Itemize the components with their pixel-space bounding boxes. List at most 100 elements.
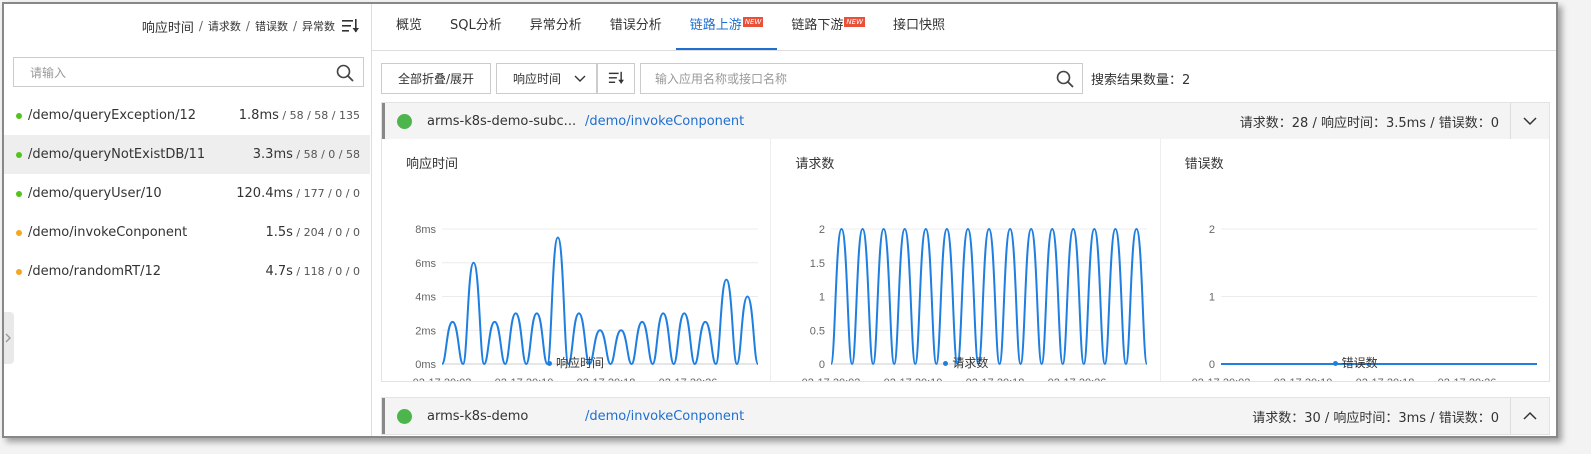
status-dot bbox=[16, 268, 22, 275]
search-placeholder: 请输入 bbox=[30, 65, 67, 80]
interface-stats: 3.3ms / 58 / 0 / 58 bbox=[252, 147, 360, 162]
health-status-dot bbox=[397, 113, 412, 129]
tab-exception-analysis[interactable]: 异常分析 bbox=[516, 4, 596, 50]
service-name: arms-k8s-demo-subc... bbox=[427, 113, 577, 129]
interface-name: /demo/randomRT/12 bbox=[28, 264, 161, 279]
app-window: 响应时间 / 请求数 / 错误数 / 异常数 请输入 /demo/queryEx… bbox=[2, 2, 1558, 438]
x-tick-label: 02-17 20:10 bbox=[1273, 377, 1332, 381]
tab-overview[interactable]: 概览 bbox=[382, 4, 436, 50]
y-tick-label: 8ms bbox=[415, 224, 436, 236]
list-item[interactable]: /demo/queryUser/10 120.4ms / 177 / 0 / 0 bbox=[4, 174, 370, 213]
chart-svg: 0ms 2ms 4ms 6ms 8ms 02-17 20:02 02-17 20:10 02-… bbox=[413, 224, 759, 381]
status-dot bbox=[16, 112, 22, 119]
tab-bar: 概览 SQL分析 异常分析 错误分析 链路上游 NEW 链路下游 NEW 接口快照 bbox=[372, 4, 1556, 51]
list-sort-header: 响应时间 / 请求数 / 错误数 / 异常数 bbox=[4, 4, 371, 48]
x-tick-label: 02-17 20:26 bbox=[1048, 377, 1107, 381]
upstream-app-panel: arms-k8s-demo-subc... /demo/invokeConpon… bbox=[381, 102, 1550, 382]
service-name: arms-k8s-demo bbox=[427, 408, 529, 424]
chart-response-time: 响应时间 0ms 2ms 4ms 6ms 8ms 02-17 20:02 02-17 20:… bbox=[382, 139, 772, 381]
sort-request-count[interactable]: 请求数 bbox=[208, 18, 241, 34]
tab-sql-analysis[interactable]: SQL分析 bbox=[436, 4, 516, 50]
y-tick-label: 0ms bbox=[415, 359, 436, 371]
chart-legend[interactable]: 响应时间 bbox=[547, 354, 604, 371]
list-item[interactable]: /demo/randomRT/12 4.7s / 118 / 0 / 0 bbox=[4, 252, 370, 291]
interface-list-panel: 响应时间 / 请求数 / 错误数 / 异常数 请输入 /demo/queryEx… bbox=[4, 4, 372, 436]
sort-order-icon[interactable] bbox=[341, 17, 359, 35]
y-tick-label: 1.5 bbox=[810, 258, 825, 270]
y-tick-label: 0 bbox=[1209, 359, 1215, 371]
panel-stats: 请求数：30 / 响应时间：3ms / 错误数：0 bbox=[1252, 410, 1499, 426]
chart-svg: 0 0.5 1 1.5 2 02-17 20:02 02-17 20:10 02-17 20:… bbox=[802, 224, 1149, 381]
x-tick-label: 02-17 20:18 bbox=[1355, 377, 1414, 381]
sort-order-button[interactable] bbox=[597, 62, 635, 94]
interface-search-input[interactable]: 请输入 bbox=[13, 57, 364, 87]
result-count: 搜索结果数量：2 bbox=[1091, 72, 1191, 88]
panel-collapse-handle[interactable] bbox=[4, 312, 14, 364]
x-tick-label: 02-17 20:26 bbox=[1437, 377, 1496, 381]
charts-row: 响应时间 0ms 2ms 4ms 6ms 8ms 02-17 20:02 02-17 20:… bbox=[382, 139, 1549, 381]
y-tick-label: 1 bbox=[1209, 292, 1215, 304]
y-tick-label: 0 bbox=[819, 359, 825, 371]
x-tick-label: 02-17 20:18 bbox=[966, 377, 1025, 381]
interface-stats: 120.4ms / 177 / 0 / 0 bbox=[236, 186, 360, 201]
y-tick-label: 0.5 bbox=[810, 325, 825, 337]
y-tick-label: 4ms bbox=[415, 292, 436, 304]
panel-header[interactable]: arms-k8s-demo /demo/invokeConponent 请求数：… bbox=[382, 398, 1549, 434]
interface-stats: 1.8ms / 58 / 58 / 135 bbox=[238, 108, 360, 123]
interface-link[interactable]: /demo/invokeConponent bbox=[585, 409, 744, 424]
sort-response-time[interactable]: 响应时间 bbox=[142, 17, 194, 36]
panel-header[interactable]: arms-k8s-demo-subc... /demo/invokeConpon… bbox=[382, 103, 1549, 139]
x-tick-label: 02-17 20:18 bbox=[577, 377, 636, 381]
new-badge: NEW bbox=[844, 17, 865, 27]
y-tick-label: 2 bbox=[1209, 224, 1215, 236]
list-item[interactable]: /demo/queryNotExistDB/11 3.3ms / 58 / 0 … bbox=[4, 135, 370, 174]
search-icon[interactable] bbox=[336, 64, 354, 82]
sort-exception-count[interactable]: 异常数 bbox=[302, 18, 335, 34]
upstream-app-panel: arms-k8s-demo /demo/invokeConponent 请求数：… bbox=[381, 397, 1550, 435]
chart-svg: 0 1 2 02-17 20:02 02-17 20:10 02-17 20:18 02-1… bbox=[1191, 224, 1537, 381]
chart-error-count: 错误数 0 1 2 02-17 20:02 02-17 20:10 02-17 20:18… bbox=[1161, 139, 1549, 381]
chart-request-count: 请求数 0 0.5 1 1.5 2 02-17 20:02 02-17 20:10 02-17… bbox=[771, 139, 1161, 381]
chevron-up-icon bbox=[1523, 411, 1537, 420]
status-dot bbox=[16, 190, 22, 197]
status-dot bbox=[16, 229, 22, 236]
expand-panel-button[interactable] bbox=[1510, 398, 1549, 434]
chevron-right-icon bbox=[5, 333, 11, 343]
sort-field-value: 响应时间 bbox=[513, 71, 562, 86]
chart-legend[interactable]: 错误数 bbox=[1332, 354, 1378, 371]
collapse-panel-button[interactable] bbox=[1510, 103, 1549, 139]
toolbar: 全部折叠/展开 响应时间 输入应用名称或接口名称 搜索结果数量：2 bbox=[381, 62, 1190, 94]
tab-downstream-trace[interactable]: 链路下游 NEW bbox=[777, 4, 879, 50]
search-icon[interactable] bbox=[1056, 70, 1074, 88]
tab-upstream-trace[interactable]: 链路上游 NEW bbox=[675, 4, 778, 50]
interface-name: /demo/queryException/12 bbox=[28, 108, 197, 123]
panel-stats: 请求数：28 / 响应时间：3.5ms / 错误数：0 bbox=[1239, 115, 1499, 131]
list-item[interactable]: /demo/queryException/12 1.8ms / 58 / 58 … bbox=[4, 96, 370, 135]
detail-panel: 概览 SQL分析 异常分析 错误分析 链路上游 NEW 链路下游 NEW 接口快照 … bbox=[372, 4, 1556, 436]
tab-interface-snapshot[interactable]: 接口快照 bbox=[879, 4, 959, 50]
status-dot bbox=[16, 151, 22, 158]
interface-list: /demo/queryException/12 1.8ms / 58 / 58 … bbox=[4, 96, 370, 291]
interface-name: /demo/queryNotExistDB/11 bbox=[28, 147, 206, 162]
sort-error-count[interactable]: 错误数 bbox=[255, 18, 288, 34]
x-tick-label: 02-17 20:10 bbox=[884, 377, 943, 381]
interface-stats: 4.7s / 118 / 0 / 0 bbox=[265, 264, 360, 279]
tab-error-analysis[interactable]: 错误分析 bbox=[596, 4, 676, 50]
chevron-down-icon bbox=[574, 75, 586, 82]
y-tick-label: 2 bbox=[819, 224, 825, 236]
chart-legend[interactable]: 请求数 bbox=[943, 354, 988, 371]
collapse-expand-all-button[interactable]: 全部折叠/展开 bbox=[381, 62, 491, 94]
interface-stats: 1.5s / 204 / 0 / 0 bbox=[265, 225, 360, 240]
series-line bbox=[441, 236, 759, 366]
x-tick-label: 02-17 20:02 bbox=[802, 377, 861, 381]
sort-order-icon bbox=[608, 71, 624, 84]
new-badge: NEW bbox=[742, 17, 764, 27]
chevron-down-icon bbox=[1523, 117, 1537, 126]
interface-link[interactable]: /demo/invokeConponent bbox=[585, 114, 744, 129]
app-interface-search-input[interactable]: 输入应用名称或接口名称 bbox=[640, 62, 1083, 94]
list-item[interactable]: /demo/invokeConponent 1.5s / 204 / 0 / 0 bbox=[4, 213, 370, 252]
health-status-dot bbox=[397, 408, 412, 424]
x-tick-label: 02-17 20:26 bbox=[659, 377, 718, 381]
sort-field-select[interactable]: 响应时间 bbox=[496, 62, 597, 94]
x-tick-label: 02-17 20:10 bbox=[495, 377, 554, 381]
